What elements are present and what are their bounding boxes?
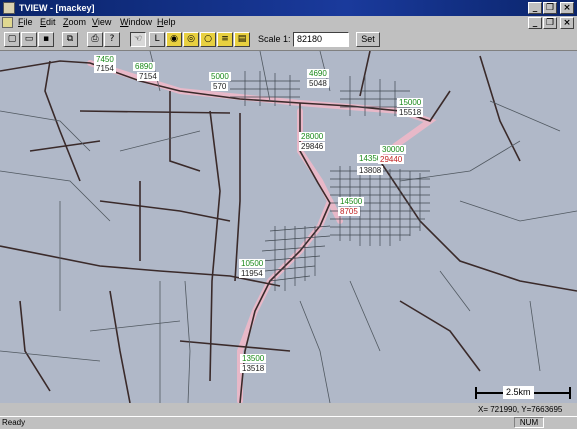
- traffic-count-label: 28000: [299, 132, 326, 141]
- save-icon[interactable]: ▪: [38, 32, 54, 47]
- restore-icon[interactable]: ❐: [543, 2, 557, 14]
- menu-help[interactable]: Help: [157, 17, 176, 27]
- num-lock-indicator: NUM: [514, 417, 544, 428]
- zoom-in-icon[interactable]: ◉: [166, 32, 182, 47]
- child-restore-icon[interactable]: ❐: [543, 17, 557, 29]
- traffic-count-label: 6890: [133, 62, 155, 71]
- road-network: [0, 51, 577, 403]
- set-button[interactable]: Set: [356, 32, 380, 47]
- traffic-count-label: 5000: [209, 72, 231, 81]
- menu-bar: File Edit Zoom View Window Help _ ❐ ×: [0, 16, 577, 30]
- map-canvas[interactable]: 7450 7154 6890 7154 5000 570 4690 5048 1…: [0, 51, 577, 403]
- traffic-count-label: 15000: [397, 98, 424, 107]
- zoom-full-icon[interactable]: ○: [200, 32, 216, 47]
- help-icon[interactable]: ?: [104, 32, 120, 47]
- legend-icon[interactable]: ▤: [234, 32, 250, 47]
- scale-bar: 2.5km: [475, 385, 571, 401]
- scale-bar-tick: [475, 387, 477, 399]
- menu-edit[interactable]: Edit: [40, 17, 56, 27]
- child-close-icon[interactable]: ×: [560, 17, 574, 29]
- minimize-icon[interactable]: _: [528, 2, 542, 14]
- traffic-count-label: 4690: [307, 69, 329, 78]
- traffic-count-label: 30000: [380, 145, 407, 154]
- print-icon[interactable]: ⎙: [87, 32, 103, 47]
- child-minimize-icon[interactable]: _: [528, 17, 542, 29]
- new-file-icon[interactable]: ▢: [4, 32, 20, 47]
- traffic-count-label: 7154: [137, 72, 159, 81]
- traffic-count-label: 29846: [299, 142, 326, 151]
- traffic-count-label: 13518: [240, 364, 267, 373]
- scale-input[interactable]: 82180: [293, 32, 349, 47]
- menu-window[interactable]: Window: [120, 17, 152, 27]
- traffic-count-label: 5048: [307, 79, 329, 88]
- document-icon[interactable]: [2, 17, 13, 28]
- status-bar: Ready NUM: [0, 416, 577, 429]
- traffic-count-label: 8705: [338, 207, 360, 216]
- coordinate-readout: X= 721990, Y=7663695: [478, 405, 563, 414]
- status-text: Ready: [2, 418, 26, 427]
- menu-view[interactable]: View: [92, 17, 111, 27]
- traffic-count-label: 13500: [240, 354, 267, 363]
- traffic-count-label: 10500: [239, 259, 266, 268]
- scale-bar-tick: [569, 387, 571, 399]
- traffic-count-label: 13808: [357, 166, 384, 175]
- menu-zoom[interactable]: Zoom: [63, 17, 86, 27]
- scale-bar-label: 2.5km: [503, 386, 534, 399]
- app-icon[interactable]: [3, 2, 15, 14]
- traffic-count-label: 570: [211, 82, 229, 91]
- toolbar: ▢ ▭ ▪ ⧉ ⎙ ? ☜ L ◉ ◎ ○ ≡ ▤ Scale 1: 82180…: [0, 30, 577, 51]
- window-title: TVIEW - [mackey]: [19, 3, 95, 13]
- copy-icon[interactable]: ⧉: [62, 32, 78, 47]
- traffic-count-label: 11954: [239, 269, 265, 278]
- open-folder-icon[interactable]: ▭: [21, 32, 37, 47]
- select-icon[interactable]: L: [149, 32, 165, 47]
- traffic-count-label: 7450: [94, 55, 116, 64]
- pan-hand-icon[interactable]: ☜: [130, 32, 146, 47]
- title-bar: TVIEW - [mackey] _ ❐ ×: [0, 0, 577, 16]
- coordinate-bar: X= 721990, Y=7663695: [0, 403, 577, 416]
- close-icon[interactable]: ×: [560, 2, 574, 14]
- layers-icon[interactable]: ≡: [217, 32, 233, 47]
- traffic-count-label: 7154: [94, 64, 116, 73]
- traffic-count-label: 15518: [397, 108, 424, 117]
- zoom-out-icon[interactable]: ◎: [183, 32, 199, 47]
- traffic-count-label: 29440: [378, 155, 405, 164]
- menu-file[interactable]: File: [18, 17, 33, 27]
- scale-label: Scale 1:: [258, 34, 291, 44]
- traffic-count-label: 14500: [338, 197, 365, 206]
